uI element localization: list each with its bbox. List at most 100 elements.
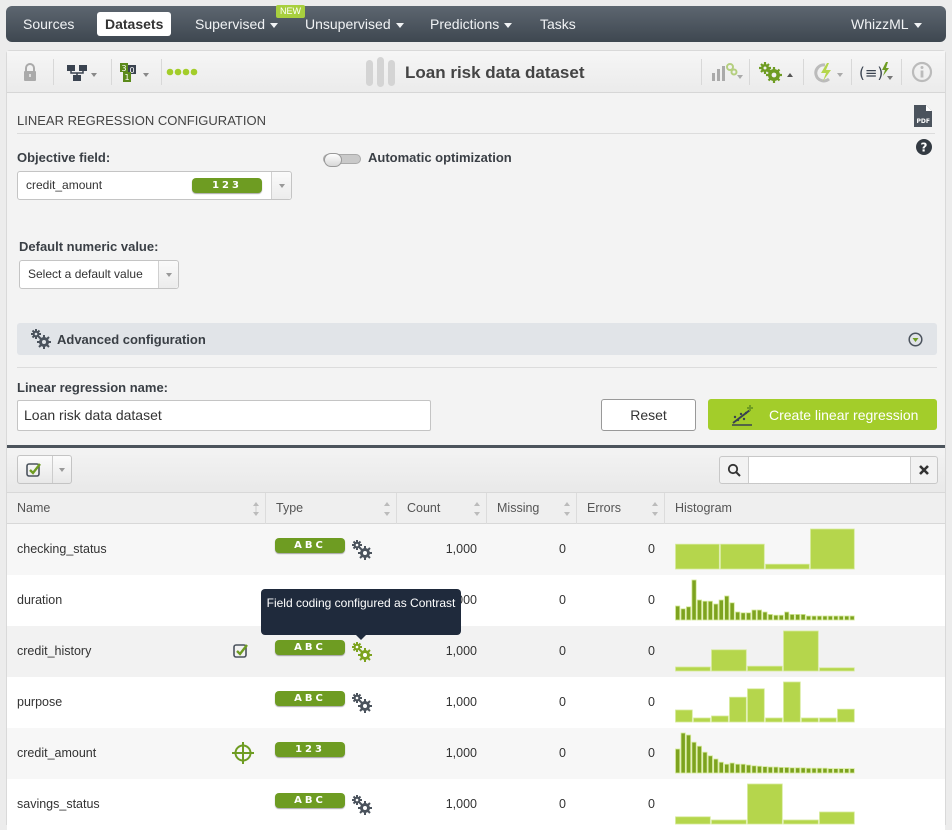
chevron-down-icon (395, 22, 404, 28)
nav-datasets[interactable]: Datasets (97, 12, 172, 36)
histogram-bar (718, 761, 724, 774)
histogram (675, 681, 855, 723)
toolbar-divider (851, 59, 852, 85)
search-icon[interactable] (727, 463, 741, 477)
create-button-label: Create linear regression (769, 407, 919, 423)
histogram-bar (833, 768, 839, 774)
column-label: Type (276, 501, 304, 515)
column-header-name[interactable]: Name (7, 493, 266, 524)
sort-icon (384, 502, 390, 516)
chevron-down-icon (270, 22, 279, 28)
nav-predictions[interactable]: Predictions (430, 6, 513, 42)
automatic-optimization-toggle[interactable] (323, 153, 361, 167)
pdf-icon[interactable]: PDF (913, 104, 933, 128)
nav-label: Unsupervised (305, 16, 391, 32)
histogram-bar (746, 764, 752, 774)
histogram-bar (675, 666, 711, 672)
toolbar-divider (161, 59, 162, 85)
column-header-errors[interactable]: Errors (577, 493, 665, 524)
toolbar-divider (803, 59, 804, 85)
histogram-bar (827, 615, 833, 621)
nav-sources[interactable]: Sources (23, 6, 74, 42)
script-lightning-icon[interactable]: (≡) (859, 61, 895, 83)
histogram-bar (765, 717, 783, 723)
column-header-count[interactable]: Count (397, 493, 487, 524)
configure-gears-icon[interactable] (757, 61, 795, 83)
svg-text:1: 1 (125, 73, 130, 82)
histogram-bar (767, 614, 773, 621)
table-row[interactable]: credit_history ABC 1,000 0 0 (7, 626, 945, 677)
clear-search-icon[interactable] (918, 464, 930, 476)
reset-button[interactable]: Reset (601, 399, 696, 431)
field-name[interactable]: purpose (17, 677, 217, 728)
histogram-bar (747, 688, 765, 723)
search-input[interactable] (748, 457, 911, 483)
column-label: Errors (587, 501, 622, 515)
histogram-bar (795, 614, 801, 621)
advanced-configuration-toggle[interactable]: Advanced configuration (17, 323, 937, 355)
histogram-bar (756, 765, 763, 774)
field-name[interactable]: duration (17, 575, 217, 626)
objective-field-value: credit_amount (26, 178, 103, 192)
nav-label: Sources (23, 16, 75, 32)
analytics-config-icon[interactable] (711, 61, 743, 83)
default-numeric-select[interactable]: Select a default value (19, 260, 179, 289)
nav-supervised[interactable]: Supervised (195, 6, 279, 42)
field-count: 1,000 (445, 797, 477, 811)
histogram-bar (740, 763, 746, 774)
histogram-bar (765, 563, 810, 570)
field-name[interactable]: credit_amount (17, 728, 217, 779)
histogram-bar (819, 717, 837, 723)
help-icon[interactable]: ? (915, 138, 933, 156)
histogram-bar (800, 767, 806, 774)
nav-label: Tasks (540, 16, 576, 32)
table-row[interactable]: checking_status ABC 1,000 0 0 (7, 524, 945, 575)
objective-target-icon[interactable] (231, 741, 255, 765)
sort-icon (652, 502, 658, 516)
batch-prediction-icon[interactable] (811, 61, 845, 83)
histogram-bar (711, 649, 747, 672)
linear-regression-name-input[interactable]: Loan risk data dataset (17, 400, 431, 431)
checkbox-icon (26, 463, 41, 477)
field-name[interactable]: savings_status (17, 779, 217, 830)
field-name[interactable]: checking_status (17, 524, 217, 575)
field-name[interactable]: credit_history (17, 626, 217, 677)
table-row[interactable]: credit_amount 123 1,000 0 0 (7, 728, 945, 779)
field-coding-tooltip: Field coding configured as Contrast (261, 589, 461, 640)
top-navigation: Sources Datasets Supervised NEW Unsuperv… (6, 5, 946, 42)
lock-icon[interactable] (23, 61, 37, 83)
objective-field-select[interactable]: credit_amount 123 (17, 171, 292, 200)
column-header-missing[interactable]: Missing (487, 493, 577, 524)
table-row[interactable]: savings_status ABC 1,000 0 0 (7, 779, 945, 830)
field-coding-gears-icon[interactable] (351, 794, 373, 816)
column-header-type[interactable]: Type (266, 493, 397, 524)
field-coding-gears-icon[interactable] (351, 539, 373, 561)
field-missing: 0 (559, 695, 566, 709)
field-count: 1,000 (445, 695, 477, 709)
histogram-bar (810, 528, 855, 570)
model-tree-icon[interactable] (67, 61, 99, 83)
gears-icon (31, 329, 51, 349)
nav-whizzml[interactable]: WhizzML (851, 6, 922, 42)
histogram-bar (713, 758, 719, 774)
histogram-bar (789, 614, 795, 621)
checkbox-checked-icon[interactable] (233, 643, 249, 659)
dataset-values-icon[interactable]: 3 0 1 (120, 61, 152, 83)
nav-unsupervised[interactable]: Unsupervised (305, 6, 404, 42)
nav-tasks[interactable]: Tasks (540, 6, 576, 42)
nav-label: Predictions (430, 16, 500, 32)
section-divider (17, 133, 935, 134)
histogram-bar (816, 615, 823, 621)
name-label: Linear regression name: (17, 380, 168, 395)
info-icon[interactable] (911, 61, 933, 83)
table-row[interactable]: purpose ABC 1,000 0 0 (7, 677, 945, 728)
numeric-type-badge: 123 (192, 178, 262, 193)
select-fields-button[interactable] (17, 455, 72, 484)
create-linear-regression-button[interactable]: Create linear regression (708, 399, 937, 430)
table-row[interactable]: duration1231,00000 (7, 575, 945, 626)
chevron-down-icon (271, 172, 291, 199)
column-label: Name (17, 501, 51, 515)
histogram-bar (800, 614, 806, 621)
field-coding-gears-icon[interactable] (351, 641, 373, 663)
field-coding-gears-icon[interactable] (351, 692, 373, 714)
